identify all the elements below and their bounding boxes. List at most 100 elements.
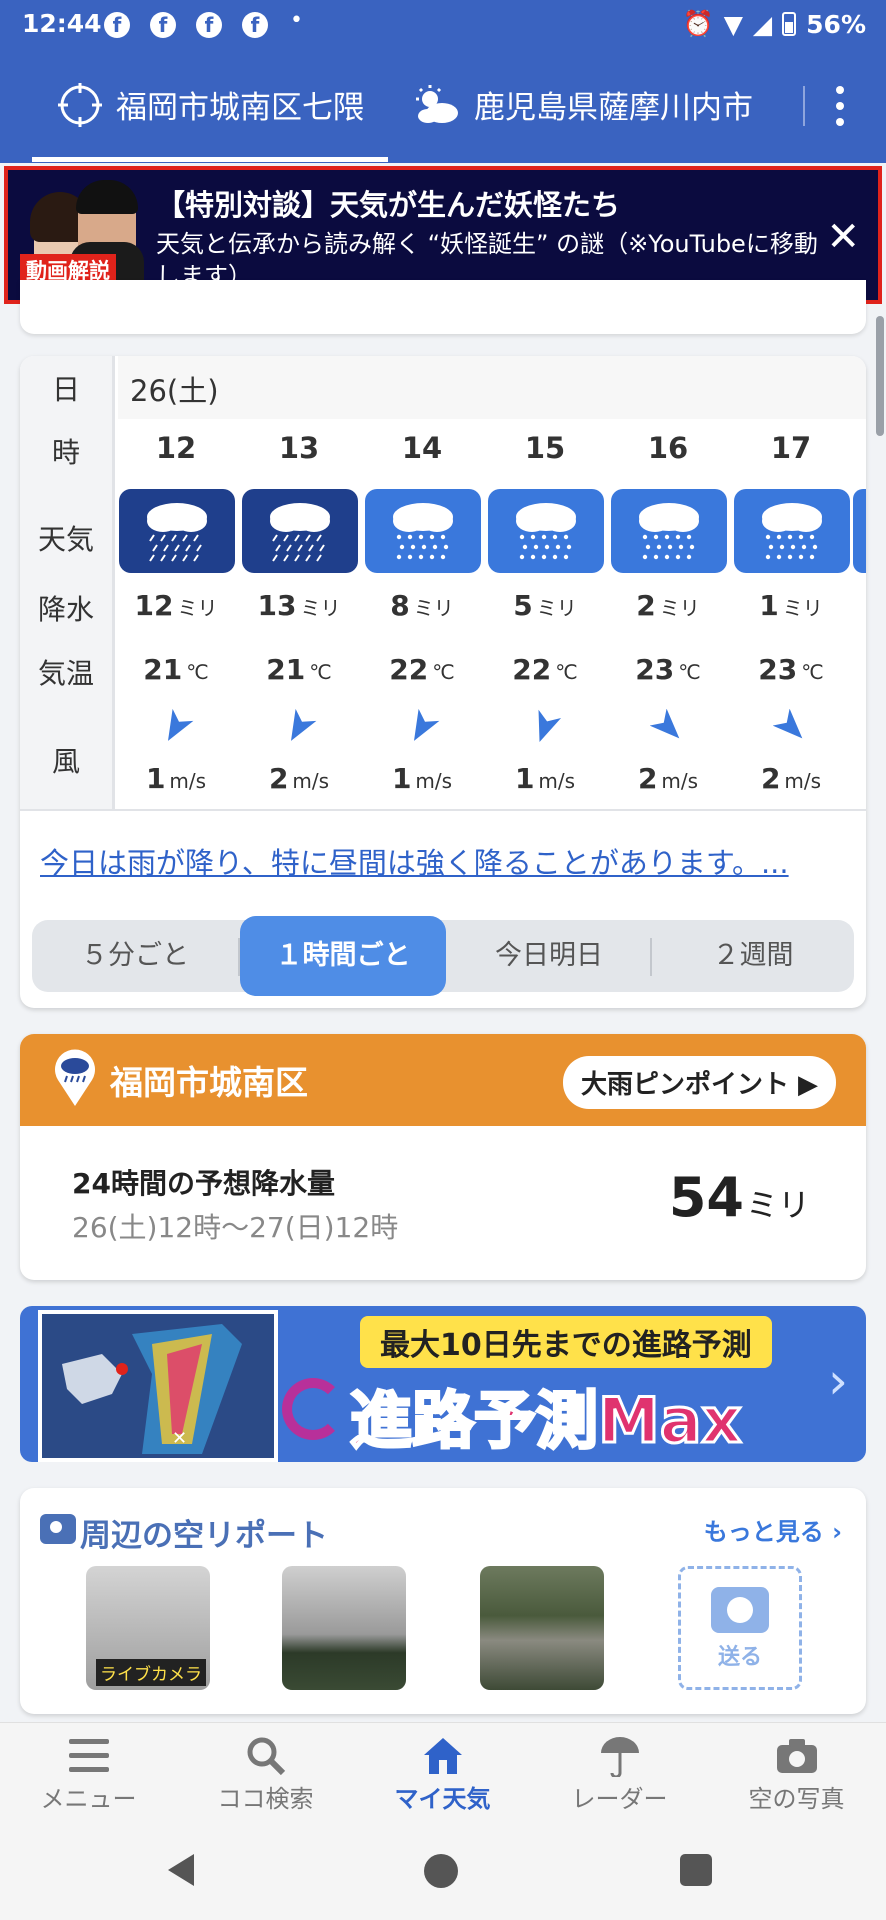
rain-forecast-amount: 54ミリ — [668, 1166, 810, 1229]
rain-pinpoint-card[interactable]: 福岡市城南区 大雨ピンポイント ▶ 24時間の予想降水量 26(土)12時〜27… — [20, 1034, 866, 1280]
hour-label: 16 — [647, 431, 689, 465]
forecast-date: 26(土) — [130, 374, 219, 408]
banner-title: 【特別対談】天気が生んだ妖怪たち — [156, 188, 621, 222]
typhoon-forecast-banner[interactable]: ✕ 最大10日先までの進路予測 進路予測Max › — [20, 1306, 866, 1462]
send-photo-button[interactable]: 送る — [678, 1566, 802, 1690]
precipitation-value: 1 ミリ — [759, 589, 823, 622]
sky-photo-thumbnail[interactable] — [480, 1566, 604, 1690]
status-right: ⏰ ▼ ◢ 56% — [683, 9, 866, 39]
wind-speed-value: 1 m/s — [391, 762, 453, 795]
notification-dot: • — [290, 8, 303, 33]
hour-label: 13 — [278, 431, 320, 465]
app-header: 12:44 f f f f • ⏰ ▼ ◢ 56% 福岡市城南区七隈 鹿児島県薩… — [0, 0, 886, 163]
nav-radar[interactable]: レーダー — [531, 1733, 708, 1814]
rain-forecast-period: 26(土)12時〜27(日)12時 — [72, 1211, 399, 1244]
wind-direction-icon — [414, 709, 440, 741]
segment-2weeks[interactable]: ２週間 — [652, 920, 854, 992]
row-label-hour: 時 — [51, 436, 80, 469]
segment-today-tomorrow[interactable]: 今日明日 — [446, 920, 652, 992]
rain-forecast-label: 24時間の予想降水量 — [72, 1167, 335, 1200]
hour-label: 15 — [524, 431, 566, 465]
rain-icon — [365, 489, 481, 573]
rain-card-place: 福岡市城南区 — [110, 1063, 308, 1102]
segment-1hour[interactable]: １時間ごと — [240, 916, 446, 996]
facebook-icon: f — [104, 12, 130, 38]
wind-speed-value: 1 m/s — [514, 762, 576, 795]
segment-5min[interactable]: ５分ごと — [32, 920, 238, 992]
search-icon — [177, 1733, 354, 1779]
scrollbar[interactable] — [876, 316, 884, 436]
row-label-temp: 気温 — [37, 657, 94, 690]
rain-card-header: 福岡市城南区 大雨ピンポイント ▶ — [20, 1034, 866, 1126]
wind-direction-icon — [773, 709, 803, 739]
heavy-rain-pinpoint-button[interactable]: 大雨ピンポイント ▶ — [562, 1056, 836, 1109]
facebook-icon: f — [196, 12, 222, 38]
previous-card-edge — [20, 280, 866, 334]
alarm-icon: ⏰ — [682, 9, 714, 38]
row-labels: 日 時 天気 降水 気温 風 — [20, 356, 115, 809]
nav-label: レーダー — [571, 1785, 668, 1813]
sky-report-card: 周辺の空リポート もっと見る › ライブカメラ 送る — [20, 1488, 866, 1714]
nav-label: ココ検索 — [217, 1785, 314, 1813]
system-navigation-bar — [0, 1826, 886, 1920]
status-bar: 12:44 f f f f • ⏰ ▼ ◢ 56% — [0, 0, 886, 48]
nav-label: 空の写真 — [748, 1785, 845, 1813]
wind-direction-icon — [650, 709, 680, 739]
close-icon[interactable]: ✕ — [826, 214, 860, 260]
rain-icon — [734, 489, 850, 573]
sky-photo-thumbnail[interactable]: ライブカメラ — [86, 1566, 210, 1690]
interval-segmented-control: ５分ごと １時間ごと 今日明日 ２週間 — [32, 916, 854, 996]
row-label-day: 日 — [51, 373, 80, 406]
location-target-icon — [58, 82, 102, 127]
nav-search[interactable]: ココ検索 — [177, 1733, 354, 1814]
sky-photo-thumbnail[interactable] — [282, 1566, 406, 1690]
divider — [20, 809, 866, 811]
wind-speed-value: 2 m/s — [637, 762, 699, 795]
battery-icon — [782, 12, 797, 36]
back-icon[interactable] — [168, 1854, 194, 1886]
facebook-icon: f — [150, 12, 176, 38]
rain-icon — [611, 489, 727, 573]
row-label-precip: 降水 — [37, 593, 94, 626]
typhoon-banner-tag: 最大10日先までの進路予測 — [360, 1316, 772, 1368]
battery-percent: 56% — [806, 9, 866, 39]
wind-direction-icon — [291, 709, 317, 741]
recent-apps-icon[interactable] — [680, 1854, 712, 1886]
facebook-icon: f — [242, 12, 268, 38]
heavy-rain-icon — [242, 489, 358, 573]
nav-sky-photos[interactable]: 空の写真 — [708, 1733, 885, 1814]
more-options-icon[interactable] — [830, 86, 850, 126]
home-button-icon[interactable] — [424, 1854, 458, 1888]
hourly-forecast-card: 日 時 天気 降水 気温 風 26(土) 12 12 ミリ 21 ℃ 1 m/s 13 13 ミリ… — [20, 356, 866, 1008]
status-time: 12:44 — [22, 9, 102, 38]
wind-speed-value: 2 m/s — [268, 762, 330, 795]
wind-speed-value: 2 m/s — [760, 762, 822, 795]
typhoon-banner-title: 進路予測Max — [349, 1383, 744, 1459]
forecast-summary-link[interactable]: 今日は雨が降り、特に昼間は強く降ることがあります。... — [40, 840, 789, 882]
typhoon-icon — [282, 1378, 344, 1440]
precipitation-value: 2 ミリ — [636, 589, 700, 622]
camera-icon — [40, 1514, 76, 1544]
radar-umbrella-icon — [531, 1733, 708, 1779]
tab-label: 鹿児島県薩摩川内市 — [474, 90, 753, 126]
next-hour-weather-icon — [853, 489, 866, 573]
nav-menu[interactable]: メニュー — [0, 1733, 177, 1814]
tab-label: 福岡市城南区七隈 — [116, 90, 364, 126]
temperature-value: 22 ℃ — [512, 653, 578, 686]
wind-direction-icon — [168, 709, 194, 741]
nav-my-weather[interactable]: マイ天気 — [354, 1733, 531, 1814]
hour-column: 13 13 ミリ 21 ℃ 2 m/s — [241, 419, 364, 809]
hour-label: 17 — [770, 431, 812, 465]
hour-column: 14 8 ミリ 22 ℃ 1 m/s — [364, 419, 487, 809]
chevron-right-icon: › — [828, 1352, 848, 1410]
temperature-value: 22 ℃ — [389, 653, 455, 686]
home-icon — [354, 1733, 531, 1779]
rain-pin-icon — [55, 1049, 95, 1106]
active-tab-indicator — [32, 157, 388, 162]
see-more-link[interactable]: もっと見る › — [704, 1512, 842, 1547]
wind-direction-icon — [538, 709, 562, 743]
tab-location-2[interactable]: 鹿児島県薩摩川内市 — [412, 82, 753, 127]
signal-icon: ◢ — [752, 9, 773, 39]
tab-location-1[interactable]: 福岡市城南区七隈 — [58, 82, 364, 127]
nav-label: マイ天気 — [394, 1785, 491, 1813]
